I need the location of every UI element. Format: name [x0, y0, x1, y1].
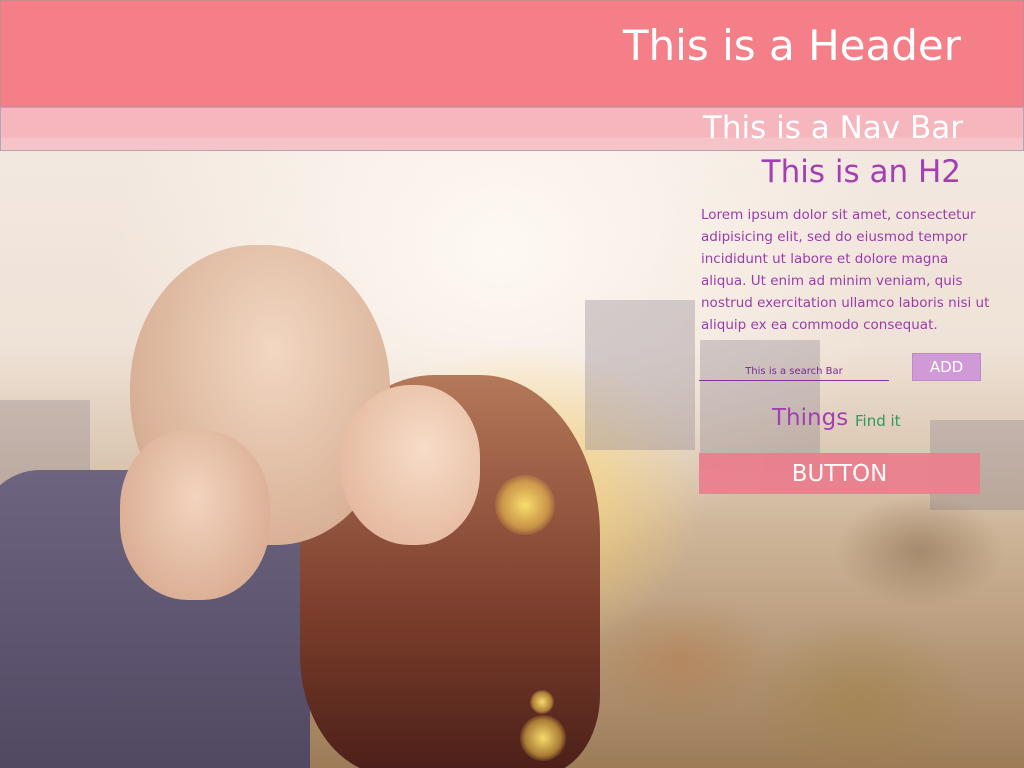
search-input[interactable] [699, 362, 889, 381]
nav-bar[interactable]: This is a Nav Bar [0, 107, 1024, 151]
page-header: This is a Header [0, 0, 1024, 107]
section-heading: This is an H2 [761, 154, 961, 190]
things-label: Things [772, 405, 849, 431]
body-paragraph: Lorem ipsum dolor sit amet, consectetur … [701, 207, 990, 333]
add-button[interactable]: ADD [912, 353, 981, 381]
header-title: This is a Header [622, 21, 961, 70]
nav-bar-title[interactable]: This is a Nav Bar [703, 110, 963, 146]
primary-button[interactable]: BUTTON [699, 453, 980, 494]
find-it-link[interactable]: Find it [855, 412, 901, 430]
